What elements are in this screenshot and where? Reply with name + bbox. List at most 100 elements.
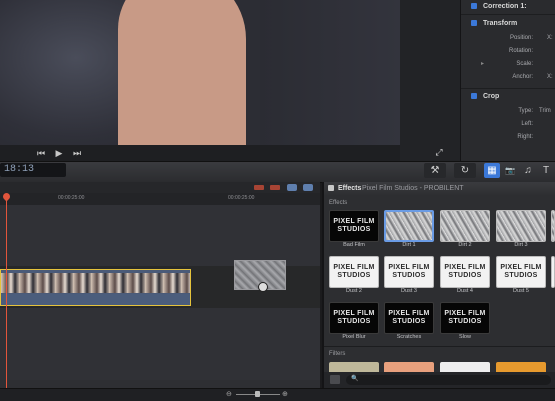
effect-partial[interactable] [551, 256, 555, 288]
logo-line: PIXEL FILM [333, 264, 375, 271]
effect-dust-2[interactable]: PIXEL FILM STUDIOS [329, 256, 379, 288]
viewer[interactable] [0, 0, 400, 145]
crop-type-label: Type: [518, 108, 533, 114]
effect-label: Dirt 1 [402, 242, 416, 248]
logo-line: PIXEL FILM [333, 218, 375, 225]
logo-line: STUDIOS [448, 318, 482, 325]
effect-dirt-3[interactable] [496, 210, 546, 242]
logo-line: PIXEL FILM [333, 310, 375, 317]
logo-line: PIXEL FILM [388, 310, 430, 317]
playhead[interactable] [6, 196, 7, 388]
sidebar-toggle-icon[interactable] [330, 375, 340, 384]
logo-line: STUDIOS [392, 318, 426, 325]
effect-label: Slow [459, 334, 471, 340]
scale-label: Scale: [516, 61, 533, 67]
correction-title: Correction 1: [483, 3, 527, 10]
effect-dust-4[interactable]: PIXEL FILM STUDIOS [440, 256, 490, 288]
transform-checkbox[interactable] [471, 20, 477, 27]
music-icon[interactable]: ♫ [522, 163, 534, 178]
retime-icon[interactable]: ↻ [454, 163, 476, 178]
zoom-out-icon[interactable]: ⊖ [226, 390, 232, 398]
zoom-in-icon[interactable]: ⊕ [282, 390, 288, 398]
logo-line: PIXEL FILM [444, 310, 486, 317]
logo-line: STUDIOS [448, 272, 482, 279]
zoom-slider-thumb[interactable] [255, 391, 260, 397]
skimming-icon[interactable] [270, 185, 280, 190]
text-icon[interactable]: T [540, 163, 552, 178]
search-icon: 🔍 [351, 376, 359, 382]
logo-line: STUDIOS [392, 272, 426, 279]
crop-title: Crop [483, 93, 500, 100]
camera-icon[interactable]: 📷 [503, 163, 517, 178]
logo-line: PIXEL FILM [388, 264, 430, 271]
viewer-controls: ⏮ ▶ ⏭ ⤢ [0, 145, 443, 161]
crop-right-label: Right: [517, 134, 533, 140]
logo-line: PIXEL FILM [500, 264, 542, 271]
effect-pixel-blur[interactable]: PIXEL FILM STUDIOS [329, 302, 379, 334]
effects-section-label: Effects [329, 200, 348, 206]
logo-line: STUDIOS [337, 272, 371, 279]
clip-filmstrip [1, 273, 190, 293]
video-clip[interactable] [0, 269, 191, 306]
effects-icon [328, 185, 334, 191]
effect-dust-5[interactable]: PIXEL FILM STUDIOS [496, 256, 546, 288]
effect-slow[interactable]: PIXEL FILM STUDIOS [440, 302, 490, 334]
crop-type-value[interactable]: Trim [539, 108, 551, 114]
crop-left-label: Left: [521, 121, 533, 127]
effect-label: Dust 5 [513, 288, 529, 294]
filter-tile[interactable] [384, 362, 434, 372]
correction-section[interactable]: Correction 1: [471, 3, 527, 10]
previous-frame-button[interactable]: ⏮ [34, 147, 48, 159]
effects-search-input[interactable]: 🔍 [346, 375, 551, 385]
effect-dirt-1[interactable] [384, 210, 434, 242]
inspector-panel: Correction 1: Transform Position: X: Rot… [460, 0, 555, 161]
effect-dust-3[interactable]: PIXEL FILM STUDIOS [384, 256, 434, 288]
effect-label: Bad Film [343, 242, 365, 248]
play-button[interactable]: ▶ [52, 147, 66, 159]
logo-line: STUDIOS [337, 226, 371, 233]
clip-audio-waveform [1, 294, 190, 305]
effect-label: Dirt 2 [458, 242, 472, 248]
rotation-label: Rotation: [508, 48, 533, 54]
effect-dirt-2[interactable] [440, 210, 490, 242]
logo-line: PIXEL FILM [444, 264, 486, 271]
timecode-display[interactable]: 18:13 [0, 163, 66, 177]
correction-checkbox[interactable] [471, 3, 477, 10]
filter-tile[interactable] [329, 362, 379, 372]
media-browser-icon[interactable]: ▦ [484, 163, 500, 178]
snapping-icon[interactable] [287, 184, 297, 191]
fullscreen-button[interactable]: ⤢ [432, 146, 446, 158]
anchor-label: Anchor: [512, 74, 533, 80]
solo-icon[interactable] [303, 184, 313, 191]
effect-label: Dust 2 [346, 288, 362, 294]
audio-meter-icon[interactable] [254, 185, 264, 190]
position-label: Position: [509, 35, 533, 41]
crop-checkbox[interactable] [471, 93, 477, 100]
effect-label: Scratches [396, 334, 422, 340]
position-x-label: X: [547, 35, 553, 41]
effects-header-title: Effects [338, 185, 362, 192]
effect-label: Pixel Blur [342, 334, 366, 340]
transform-title: Transform [483, 20, 518, 27]
effect-label: Dust 3 [401, 288, 417, 294]
timeline-ruler[interactable]: 00:00:25:00 00:00:25:00 [0, 193, 320, 205]
filter-tile[interactable] [440, 362, 490, 372]
timeline-zoom-control[interactable]: ⊖ ⊕ [222, 389, 296, 399]
not-allowed-cursor-icon [258, 282, 268, 292]
next-frame-button[interactable]: ⏭ [70, 147, 84, 159]
effect-scratches[interactable]: PIXEL FILM STUDIOS [384, 302, 434, 334]
crop-section[interactable]: Crop [471, 93, 499, 100]
timeline-header [0, 182, 320, 193]
logo-line: STUDIOS [337, 318, 371, 325]
logo-line: STUDIOS [504, 272, 538, 279]
effect-bad-film[interactable]: PIXEL FILM STUDIOS [329, 210, 379, 242]
filter-tile[interactable] [496, 362, 546, 372]
effect-label: Dirt 3 [514, 242, 528, 248]
tool-select-icon[interactable]: ⚒ [424, 163, 446, 178]
transform-section[interactable]: Transform [471, 20, 517, 27]
ruler-mark: 00:00:25:00 [58, 195, 85, 201]
effects-header: Effects Pixel Film Studios - PROBILENT [324, 182, 555, 195]
viewer-divider [400, 0, 460, 161]
effect-partial[interactable] [551, 210, 555, 242]
ruler-mark: 00:00:25:00 [228, 195, 255, 201]
